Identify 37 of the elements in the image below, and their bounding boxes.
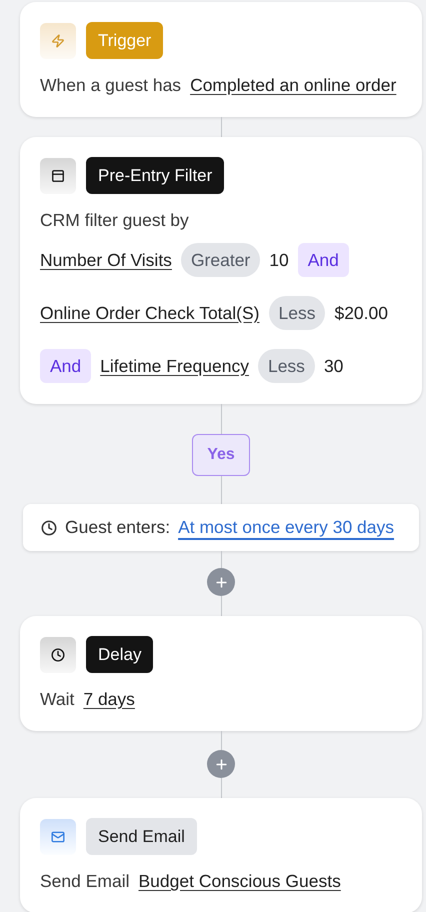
description-text: When a guest has [40,74,182,97]
operator-pill[interactable]: Less [258,349,315,383]
value-link[interactable]: 7 days [83,686,135,712]
description-text: CRM filter guest by [40,208,189,232]
step-card[interactable]: Pre-Entry Filter CRM filter guest by Number Of Visits Greater 10 And Online Order Check Total(S) Less $20.00 And Lifetime Frequency Less 30 [20,137,422,404]
value-link[interactable]: Online Order Check Total(S) [40,300,260,326]
add-step-button[interactable] [207,568,235,596]
step-tag: Delay [86,636,154,673]
add-step-button[interactable] [207,750,235,778]
step-tag: Trigger [86,22,164,59]
operator-pill[interactable]: Less [268,296,326,330]
panel-icon [40,158,76,194]
value-text: 10 [269,248,289,272]
value-link[interactable]: Lifetime Frequency [100,352,249,380]
entry-label: Guest enters: [65,516,170,540]
lightning-icon [40,22,76,58]
clock-icon [41,520,57,536]
value-link[interactable]: Completed an online order [190,72,396,98]
step-tag: Send Email [86,818,197,855]
and-chip[interactable]: And [298,243,349,277]
value-text: $20.00 [334,302,388,325]
step-card[interactable]: Send Email Send Email Budget Conscious Guests [20,798,422,912]
operator-pill[interactable]: Greater [180,243,260,277]
value-link[interactable]: Budget Conscious Guests [138,868,341,894]
clock-icon [40,636,76,672]
frequency-link[interactable]: At most once every 30 days [178,514,394,541]
description-text: Wait [40,688,74,711]
and-chip[interactable]: And [40,349,92,383]
plus-icon [214,756,228,772]
step-card[interactable]: Trigger When a guest has Completed an online order [20,2,422,117]
plus-icon [214,574,228,590]
step-card[interactable]: Delay Wait 7 days [20,616,422,731]
value-link[interactable]: Number Of Visits [40,246,172,274]
description-text: Send Email [40,870,130,893]
step-tag: Pre-Entry Filter [86,157,224,194]
mail-icon [40,818,76,854]
value-text: 30 [324,354,344,378]
